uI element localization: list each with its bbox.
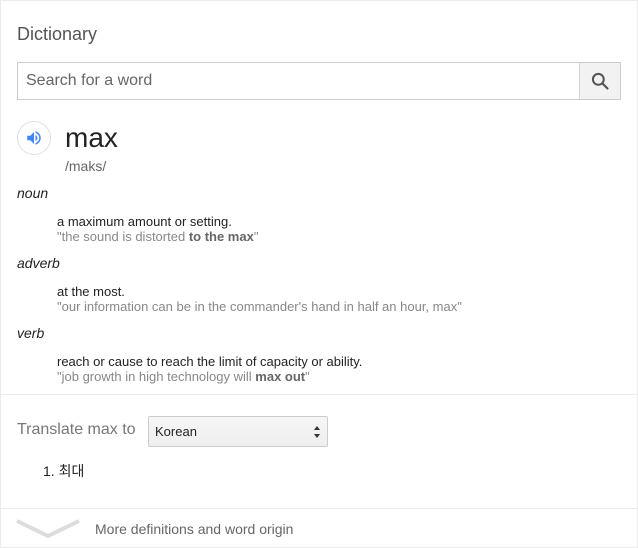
more-definitions-label: More definitions and word origin	[95, 521, 294, 537]
translation-text: 최대	[58, 463, 85, 479]
search-input[interactable]	[18, 63, 579, 99]
definition: reach or cause to reach the limit of cap…	[57, 354, 363, 369]
translation-index: 1.	[43, 463, 55, 479]
search-button[interactable]	[579, 63, 620, 99]
pronunciation-button[interactable]	[17, 121, 51, 155]
part-of-speech: adverb	[17, 255, 60, 271]
example-sentence: "the sound is distorted to the max"	[57, 229, 259, 244]
chevron-down-icon	[16, 519, 80, 538]
language-select[interactable]: Korean	[148, 416, 328, 447]
definition: a maximum amount or setting.	[57, 214, 232, 229]
dictionary-card: Dictionary max /maks/ noun a maximum amo…	[0, 0, 638, 548]
part-of-speech: verb	[17, 325, 45, 341]
part-of-speech: noun	[17, 185, 49, 201]
headword: max	[65, 122, 118, 153]
section-divider	[1, 394, 637, 395]
search-icon	[591, 72, 609, 90]
more-definitions-button[interactable]: More definitions and word origin	[1, 509, 637, 547]
card-title: Dictionary	[17, 24, 98, 44]
definition: at the most.	[57, 284, 125, 299]
speaker-icon	[27, 131, 41, 145]
example-sentence: "our information can be in the commander…	[57, 299, 462, 314]
search-bar	[17, 62, 621, 100]
translation-result: 1. 최대	[43, 461, 84, 481]
example-sentence: "job growth in high technology will max …	[57, 369, 310, 384]
translate-label: Translate max to	[17, 421, 136, 438]
select-arrows-icon	[314, 426, 320, 438]
phonetic-spelling: /maks/	[65, 158, 107, 174]
selected-language: Korean	[155, 424, 197, 439]
